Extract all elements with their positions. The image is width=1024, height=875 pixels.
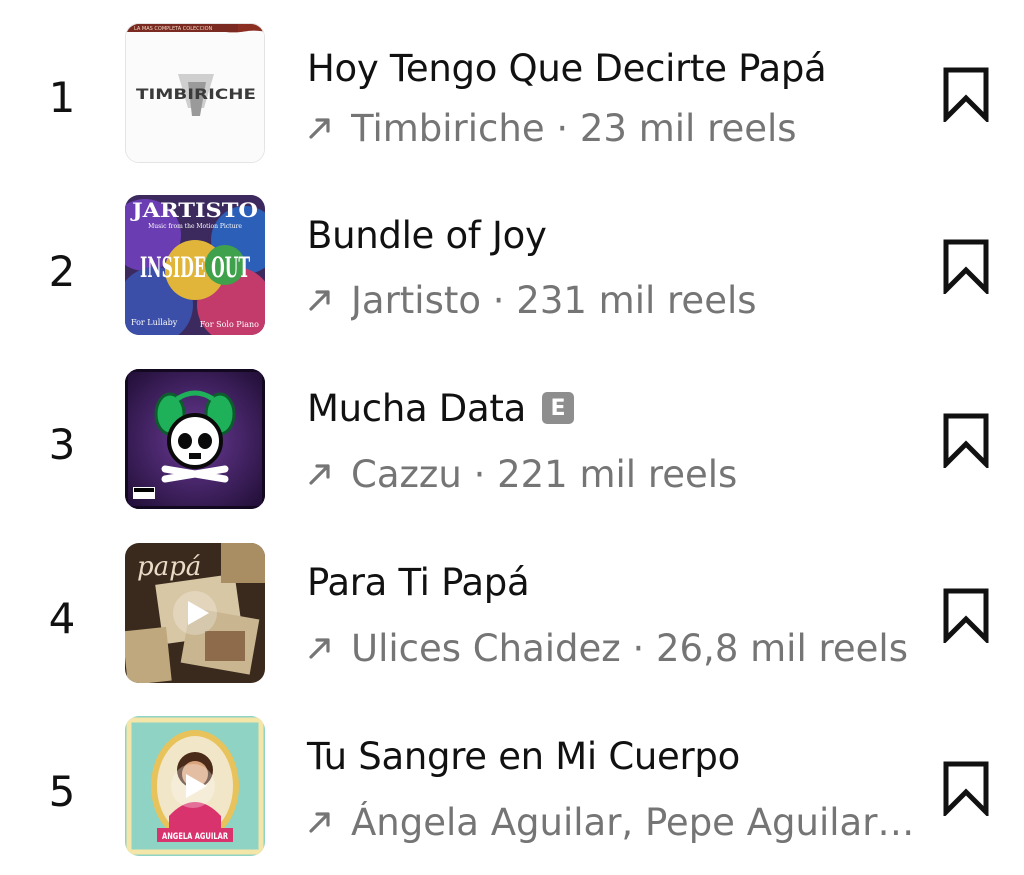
cover-title: TIMBIRICHE [136,87,256,103]
rank-number: 2 [48,247,76,296]
trend-arrow-icon [309,290,330,311]
save-button[interactable] [934,62,998,126]
save-button[interactable] [934,408,998,472]
track-subtitle-line: Ángela Aguilar, Pepe Aguilar · 1,2 mil r… [305,797,925,847]
track-subtitle-line: Timbiriche · 23 mil reels [305,103,925,153]
album-cover[interactable]: JARTISTO Music from the Motion Picture I… [125,195,265,335]
album-cover-art [125,369,265,509]
cover-right-text: For Solo Piano [200,320,259,329]
album-cover[interactable]: papá [125,543,265,683]
track-title-line[interactable]: Para Ti Papá [307,557,530,607]
explicit-badge: E [541,392,574,424]
rank-number: 3 [48,420,76,469]
trend-arrow-icon [309,464,330,485]
cover-main-title: INSIDE OUT [140,251,250,284]
album-cover-art: JARTISTO Music from the Motion Picture I… [125,195,265,335]
track-subtitle-line: Ulices Chaidez · 26,8 mil reels [305,623,925,673]
cover-title: papá [137,552,201,582]
bookmark-icon [943,761,989,816]
save-button[interactable] [934,583,998,647]
track-title-line[interactable]: Hoy Tengo Que Decirte Papá [307,43,827,93]
track-row[interactable]: 4 papá Para Ti Papá Ulices Chaidez · 26,… [0,528,1024,702]
trend-arrow-icon [309,118,330,139]
track-subtitle-line: Cazzu · 221 mil reels [305,449,925,499]
track-title[interactable]: Mucha Data [307,387,526,430]
bookmark-icon [943,239,989,294]
rank-number: 4 [48,594,76,643]
track-artist-stats: Cazzu · 221 mil reels [351,452,738,496]
cover-banner: LA MAS COMPLETA COLECCION [134,26,213,32]
track-title[interactable]: Bundle of Joy [307,214,547,257]
track-title[interactable]: Para Ti Papá [307,561,530,604]
track-title-line[interactable]: Tu Sangre en Mi Cuerpo [307,731,740,781]
track-title[interactable]: Hoy Tengo Que Decirte Papá [307,47,827,90]
track-artist-stats: Ángela Aguilar, Pepe Aguilar · 1,2 mil r… [351,800,925,844]
track-title-line[interactable]: Mucha Data E [307,383,574,433]
cover-left-text: For Lullaby [131,318,178,327]
track-row[interactable]: 3 Mucha Data E Cazzu · 221 mil reels [0,354,1024,528]
save-button[interactable] [934,756,998,820]
track-subtitle-line: Jartisto · 231 mil reels [305,275,925,325]
track-title-line[interactable]: Bundle of Joy [307,210,547,260]
track-row[interactable]: 1 LA MAS COMPLETA COLECCION TIMBIRICHE H… [0,7,1024,181]
trending-audio-list: 1 LA MAS COMPLETA COLECCION TIMBIRICHE H… [0,0,1024,874]
bookmark-icon [943,67,989,122]
album-cover[interactable]: LA MAS COMPLETA COLECCION TIMBIRICHE [125,23,265,163]
trend-arrow-icon [309,638,330,659]
album-cover-art: ANGELA AGUILAR [125,716,265,856]
album-cover[interactable]: ANGELA AGUILAR [125,716,265,856]
album-cover[interactable] [125,369,265,509]
track-artist-stats: Ulices Chaidez · 26,8 mil reels [351,626,908,670]
rank-number: 1 [48,73,76,122]
cover-artist: JARTISTO [130,198,258,222]
track-artist-stats: Jartisto · 231 mil reels [351,278,757,322]
cover-title: ANGELA AGUILAR [162,832,228,842]
album-cover-art: LA MAS COMPLETA COLECCION TIMBIRICHE [126,24,264,162]
save-button[interactable] [934,234,998,298]
album-cover-art: papá [125,543,265,683]
bookmark-icon [943,588,989,643]
trend-arrow-icon [309,812,330,833]
track-artist-stats: Timbiriche · 23 mil reels [351,106,797,150]
track-title[interactable]: Tu Sangre en Mi Cuerpo [307,735,740,778]
cover-subtitle: Music from the Motion Picture [148,223,242,230]
track-row[interactable]: 5 ANGELA AGUILAR Tu Sangre en Mi Cuerpo [0,701,1024,875]
bookmark-icon [943,413,989,468]
rank-number: 5 [48,767,76,816]
track-row[interactable]: 2 JARTISTO Music from the Motion Picture… [0,181,1024,355]
